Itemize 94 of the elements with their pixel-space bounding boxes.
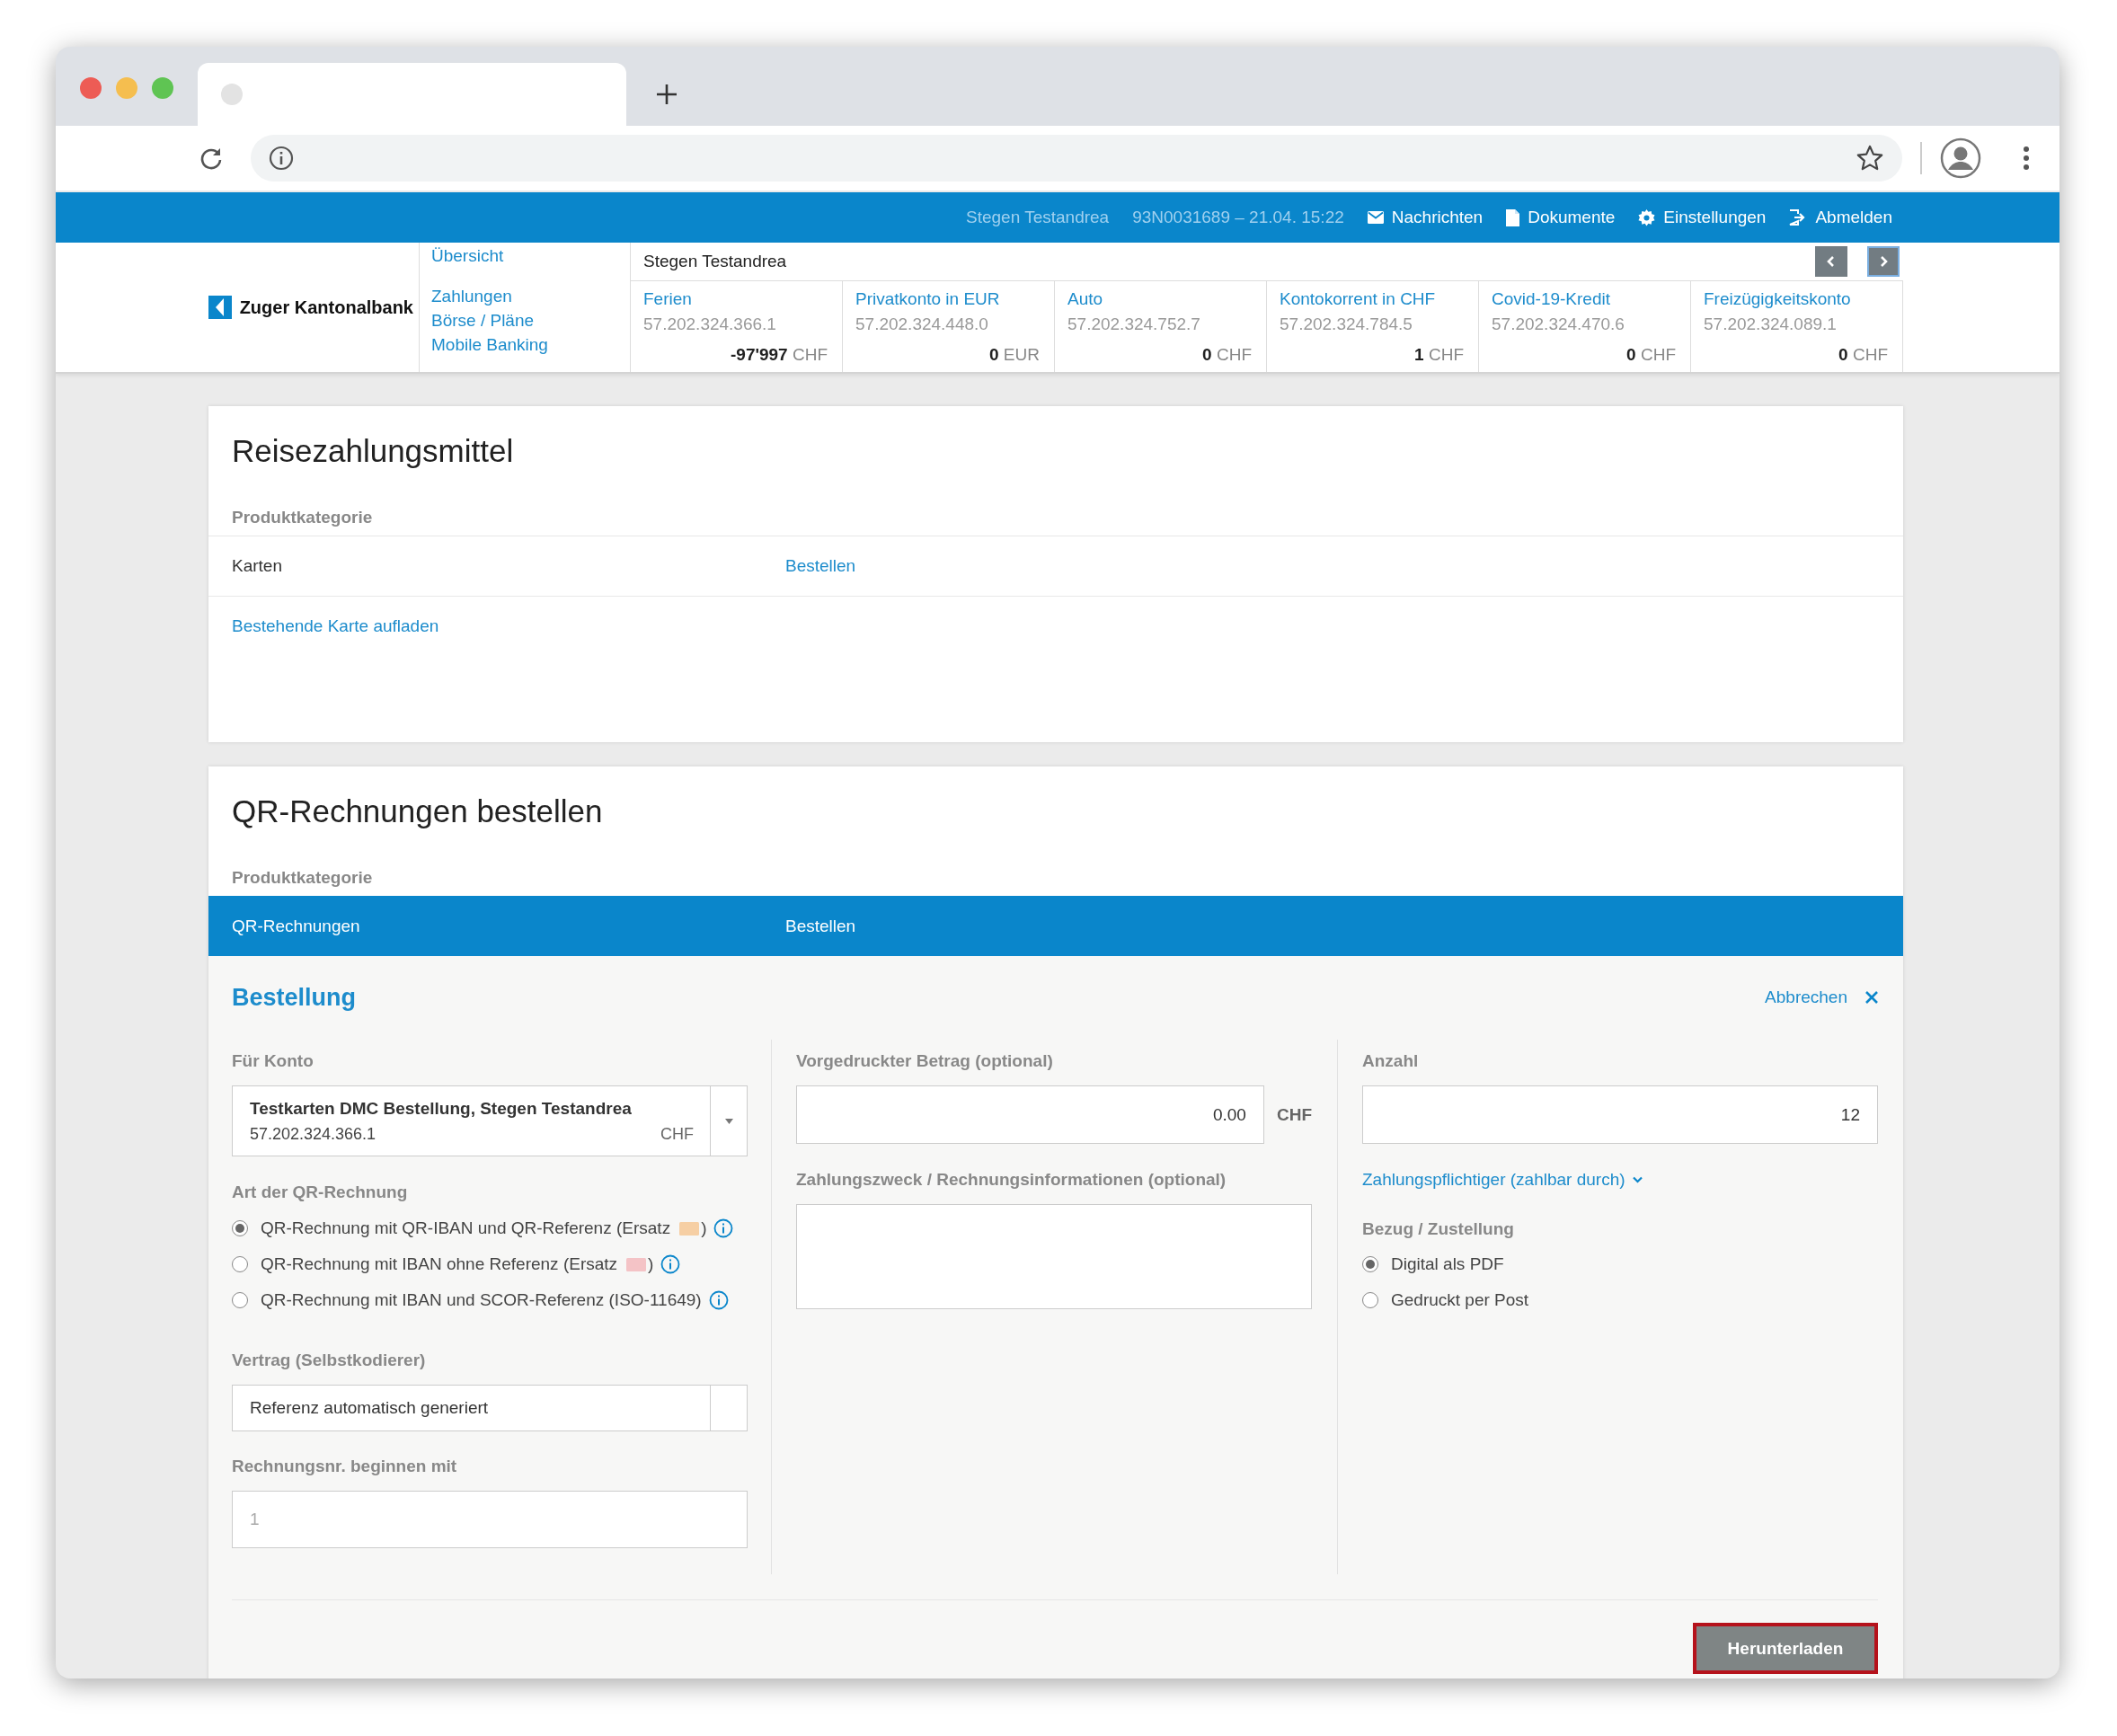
column-label: Produktkategorie — [231, 507, 374, 528]
top-link[interactable]: Dokumente — [1506, 208, 1616, 227]
contract-select[interactable]: Referenz automatisch generiert — [232, 1385, 748, 1431]
radio-label: QR-Rechnung mit IBAN ohne Referenz (Ersatz — [261, 1254, 618, 1274]
dropdown-caret-icon — [724, 1118, 733, 1124]
account-balance: -97'997 CHF — [731, 345, 828, 365]
chevron-right-icon — [1879, 256, 1888, 267]
amount-field[interactable]: 0.00 — [796, 1085, 1264, 1144]
top-link[interactable]: Abmelden — [1789, 208, 1892, 227]
radio-label: ) — [701, 1218, 707, 1238]
purpose-field[interactable] — [796, 1204, 1312, 1309]
session-info: 93N0031689 – 21.04. 15:22 — [1132, 208, 1344, 227]
chevron-left-icon — [1827, 256, 1836, 267]
info-icon[interactable] — [708, 1290, 729, 1310]
account-number: 57.202.324.784.5 — [1280, 314, 1413, 335]
section-title: QR-Rechnungen bestellen — [231, 793, 604, 829]
radio-label: ) — [648, 1254, 654, 1274]
gear-icon — [1638, 208, 1656, 226]
product-row[interactable]: Karten Bestellen — [208, 536, 1903, 596]
account-balance: 0 CHF — [1838, 345, 1888, 365]
account-select[interactable]: Testkarten DMC Bestellung, Stegen Testandrea 57.202.324.366.1 CHF — [232, 1085, 748, 1156]
close-icon — [1865, 991, 1878, 1004]
nav-link[interactable]: Übersicht — [431, 246, 504, 266]
top-link[interactable]: Nachrichten — [1367, 208, 1484, 227]
download-button[interactable]: Herunterladen — [1693, 1623, 1878, 1674]
nav-link[interactable]: Börse / Pläne — [431, 308, 535, 332]
bank-logo-icon — [208, 296, 232, 319]
account-balance: 0 CHF — [1626, 345, 1676, 365]
info-icon[interactable] — [268, 145, 295, 172]
invoice-number-field[interactable]: 1 — [232, 1491, 748, 1548]
section-title: Reisezahlungsmittel — [231, 433, 515, 469]
order-link[interactable]: Bestellen — [785, 556, 856, 576]
radio-button[interactable] — [232, 1292, 248, 1308]
window-close-button[interactable] — [80, 77, 102, 99]
column-label: Produktkategorie — [231, 867, 374, 889]
menu-icon[interactable] — [2023, 146, 2030, 171]
selected-row[interactable]: QR-Rechnungen Bestellen — [208, 896, 1903, 956]
radio-button[interactable] — [1362, 1292, 1378, 1308]
user-name: Stegen Testandrea — [966, 208, 1110, 227]
order-title: Bestellung — [232, 983, 357, 1012]
account-balance: 0 CHF — [1202, 345, 1252, 365]
new-tab-icon[interactable] — [655, 83, 678, 106]
account-number: 57.202.324.366.1 — [643, 314, 777, 335]
field-label: Für Konto — [232, 1050, 314, 1072]
account-number: 57.202.324.752.7 — [1067, 314, 1201, 335]
field-label: Rechnungsnr. beginnen mit — [232, 1456, 458, 1477]
envelope-icon — [1367, 211, 1384, 224]
field-label: Zahlungszweck / Rechnungsinformationen (optional) — [796, 1169, 1227, 1191]
product-row[interactable]: Bestehende Karte aufladen — [208, 596, 1903, 656]
product-name: QR-Rechnungen — [232, 917, 361, 936]
account-balance: 1 CHF — [1414, 345, 1464, 365]
product-name: Karten — [232, 556, 283, 576]
radio-label: Gedruckt per Post — [1391, 1290, 1529, 1310]
chevron-down-icon — [1632, 1176, 1643, 1183]
cancel-link[interactable]: Abbrechen — [1765, 988, 1878, 1007]
info-icon[interactable] — [660, 1254, 681, 1274]
star-icon[interactable] — [1856, 144, 1884, 173]
document-icon — [1506, 208, 1520, 226]
radio-button[interactable] — [232, 1256, 248, 1272]
field-label: Bezug / Zustellung — [1362, 1218, 1515, 1240]
account-name[interactable]: Auto — [1067, 287, 1252, 312]
favicon-icon — [221, 84, 243, 105]
previous-button[interactable] — [1815, 246, 1847, 277]
account-name[interactable]: Covid-19-Kredit — [1492, 287, 1676, 312]
radio-label: QR-Rechnung mit IBAN und SCOR-Referenz (ISO-11649) — [261, 1290, 702, 1310]
field-label: Anzahl — [1362, 1050, 1420, 1072]
radio-label: QR-Rechnung mit QR-IBAN und QR-Referenz (Ersatz — [261, 1218, 671, 1238]
radio-label: Digital als PDF — [1391, 1254, 1504, 1274]
account-name[interactable]: Kontokorrent in CHF — [1280, 287, 1464, 312]
account-owner: Stegen Testandrea — [643, 252, 787, 271]
nav-link[interactable]: Mobile Banking — [431, 332, 548, 357]
top-link[interactable]: Einstellungen — [1638, 208, 1767, 227]
currency-label: CHF — [1276, 1104, 1312, 1125]
order-link[interactable]: Bestellen — [785, 917, 856, 936]
avatar-icon[interactable] — [1940, 137, 1981, 179]
account-number: 57.202.324.448.0 — [855, 314, 989, 335]
account-balance: 0 EUR — [989, 345, 1040, 365]
account-name[interactable]: Ferien — [643, 287, 828, 312]
next-button[interactable] — [1867, 246, 1900, 277]
account-name[interactable]: Privatkonto in EUR — [855, 287, 1040, 312]
field-label: Vertrag (Selbstkodierer) — [232, 1350, 427, 1371]
info-icon[interactable] — [713, 1218, 734, 1238]
product-link[interactable]: Bestehende Karte aufladen — [232, 616, 439, 636]
radio-button[interactable] — [1362, 1256, 1378, 1272]
field-label: Art der QR-Rechnung — [232, 1182, 409, 1203]
account-number: 57.202.324.470.6 — [1492, 314, 1625, 335]
nav-link[interactable]: Zahlungen — [431, 284, 512, 308]
radio-button[interactable] — [232, 1220, 248, 1236]
account-name[interactable]: Freizügigkeitskonto — [1704, 287, 1888, 312]
quantity-field[interactable]: 12 — [1362, 1085, 1878, 1144]
account-number: 57.202.324.089.1 — [1704, 314, 1838, 335]
bank-name: Zuger Kantonalbank — [239, 297, 413, 318]
field-label: Vorgedruckter Betrag (optional) — [796, 1050, 1054, 1072]
payer-link[interactable]: Zahlungspflichtiger (zahlbar durch) — [1362, 1169, 1643, 1191]
